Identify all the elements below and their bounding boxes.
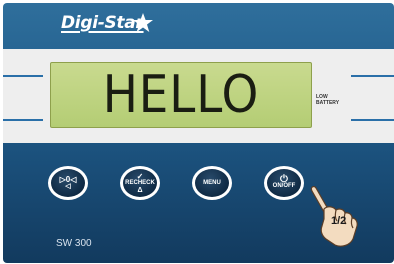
zero-button[interactable]: ▷0◁ ◁	[48, 166, 88, 200]
hand-label: 1/2	[331, 215, 347, 227]
low-battery-line2: BATTERY	[316, 100, 340, 106]
model-label: SW 300	[56, 238, 92, 249]
recheck-button[interactable]: ✓ RECHECK Δ	[120, 166, 160, 200]
check-icon: ✓	[136, 171, 144, 181]
indicator-panel: Digi-Star HELLO LOW BATTERY ▷0◁ ◁ ✓ RECH…	[3, 3, 394, 263]
bezel-rule-right-bottom	[351, 119, 394, 121]
recheck-label: RECHECK	[125, 179, 155, 186]
on-off-label: ON/OFF	[272, 183, 296, 189]
star-icon	[133, 13, 153, 32]
left-arrow-icon: ◁	[65, 183, 71, 190]
zero-icon: ▷0◁	[59, 175, 77, 184]
bezel-rule-left-bottom	[3, 119, 43, 121]
lcd-display: HELLO	[50, 62, 312, 128]
bezel-rule-right-top	[351, 75, 394, 77]
menu-label: MENU	[203, 179, 221, 186]
bezel-rule-left-top	[3, 75, 43, 77]
menu-button[interactable]: MENU	[192, 166, 232, 200]
delta-icon: Δ	[137, 186, 143, 194]
low-battery-indicator: LOW BATTERY	[316, 94, 346, 106]
lcd-text: HELLO	[102, 65, 260, 125]
power-icon: ⏻	[280, 174, 288, 185]
